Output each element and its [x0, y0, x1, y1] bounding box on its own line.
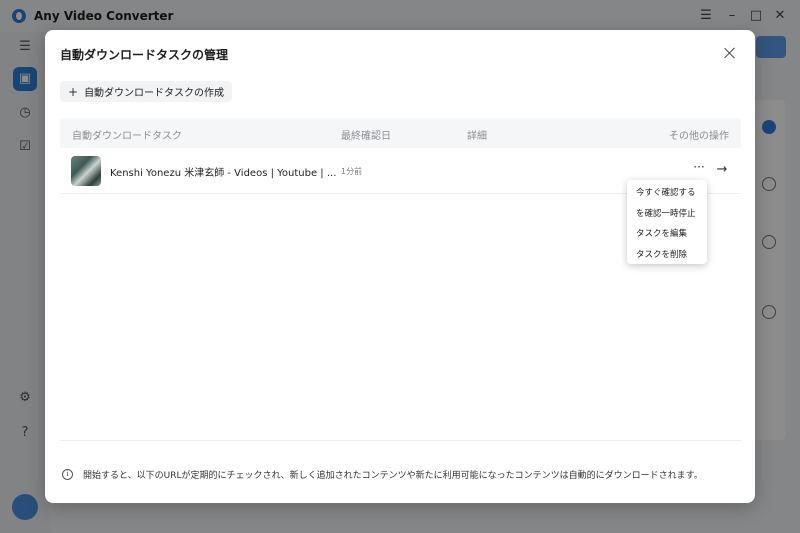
- footer-info: i 開始すると、以下のURLが定期的にチェックされ、新しく追加されたコンテンツや…: [62, 467, 703, 481]
- auto-download-manager-dialog: 自動ダウンロードタスクの管理 + 自動ダウンロードタスクの作成 自動ダウンロード…: [45, 30, 755, 503]
- close-icon[interactable]: [722, 45, 738, 61]
- create-task-button[interactable]: + 自動ダウンロードタスクの作成: [60, 81, 233, 102]
- column-details: 詳細: [467, 131, 487, 142]
- footer-note: 開始すると、以下のURLが定期的にチェックされ、新しく追加されたコンテンツや新た…: [83, 470, 703, 481]
- task-last-checked: 1分前: [341, 167, 363, 176]
- column-task: 自動ダウンロードタスク: [72, 131, 182, 142]
- more-options-icon[interactable]: ···: [690, 161, 708, 176]
- info-icon: i: [62, 468, 73, 480]
- task-thumbnail: [71, 156, 101, 186]
- column-last-checked: 最終確認日: [341, 131, 391, 142]
- arrow-right-icon[interactable]: →: [713, 161, 731, 179]
- create-task-label: 自動ダウンロードタスクの作成: [84, 88, 225, 99]
- menu-item-check-now[interactable]: 今すぐ確認する: [627, 183, 707, 204]
- table-header: 自動ダウンロードタスク 最終確認日 詳細 その他の操作: [60, 118, 741, 148]
- column-other-actions: その他の操作: [669, 131, 729, 142]
- menu-item-edit-task[interactable]: タスクを編集: [627, 224, 707, 245]
- dialog-title: 自動ダウンロードタスクの管理: [60, 48, 229, 62]
- menu-item-delete-task[interactable]: タスクを削除: [627, 245, 707, 266]
- task-context-menu: 今すぐ確認する を確認一時停止 タスクを編集 タスクを削除: [627, 180, 707, 264]
- menu-item-pause-check[interactable]: を確認一時停止: [627, 204, 707, 225]
- task-name: Kenshi Yonezu 米津玄師 - Videos | Youtube | …: [110, 168, 337, 179]
- divider: [60, 440, 741, 441]
- plus-icon: +: [68, 84, 79, 99]
